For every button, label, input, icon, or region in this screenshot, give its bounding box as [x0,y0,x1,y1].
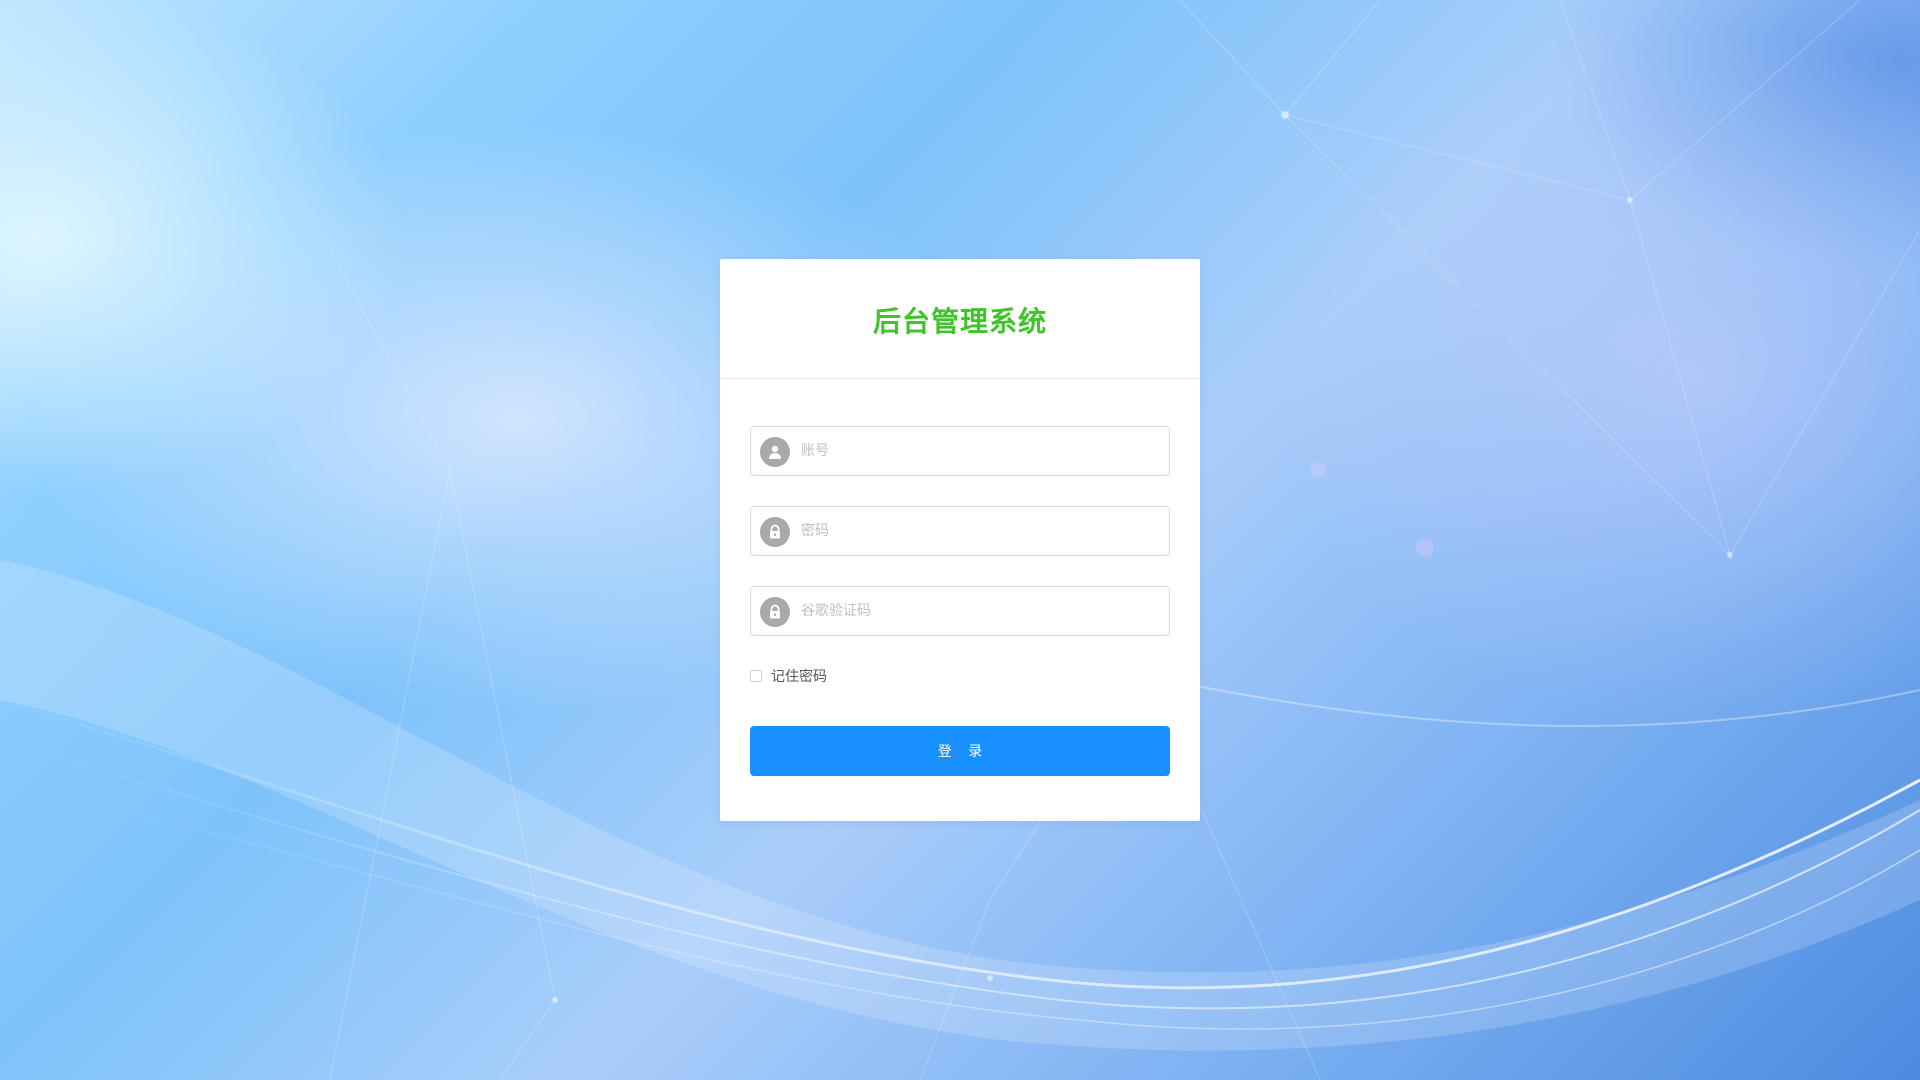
account-input[interactable] [801,427,1161,475]
remember-password-label: 记住密码 [771,669,827,685]
login-button[interactable]: 登 录 [750,726,1170,776]
card-header: 后台管理系统 [720,259,1200,379]
page-title: 后台管理系统 [872,304,1047,338]
lock-icon [760,597,790,627]
lock-icon [760,517,790,547]
password-input[interactable] [801,507,1161,555]
google-code-field [750,586,1170,636]
password-field [750,506,1170,556]
remember-password[interactable]: 记住密码 [750,666,1170,686]
login-card: 后台管理系统 账号 谷歌验证码 记住密码 登 录 [720,259,1200,821]
remember-password-checkbox[interactable] [750,670,762,682]
google-code-input[interactable] [801,587,1161,635]
login-form: 记住密码 [750,426,1170,686]
user-icon [760,437,790,467]
account-field [750,426,1170,476]
